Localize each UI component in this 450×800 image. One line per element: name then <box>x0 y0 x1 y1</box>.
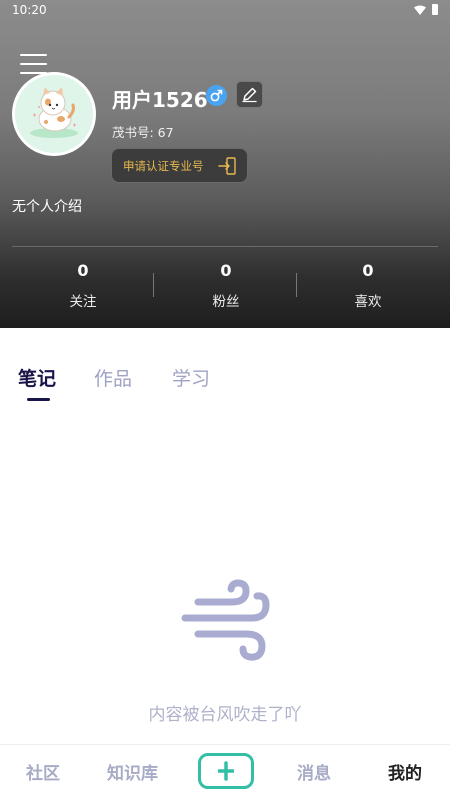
user-id: 茂书号: 67 <box>112 125 174 140</box>
stats-divider <box>12 246 438 247</box>
nav-mine[interactable]: 我的 <box>388 759 422 784</box>
wind-icon <box>181 579 270 661</box>
bio-text: 无个人介绍 <box>12 199 82 215</box>
status-bar: 10:20 <box>0 0 450 22</box>
stat-likes[interactable]: 0 喜欢 <box>297 260 439 310</box>
stat-likes-label: 喜欢 <box>354 294 382 310</box>
nav-knowledge-base[interactable]: 知识库 <box>107 759 158 784</box>
male-gender-icon <box>206 85 227 106</box>
battery-icon <box>432 4 438 15</box>
profile-screen: 10:20 用户1526 茂书号: 67 申请认证专业号 无个人介绍 0 关注 … <box>0 0 450 800</box>
tab-works[interactable]: 作品 <box>94 364 132 391</box>
status-time: 10:20 <box>12 3 47 17</box>
stat-following[interactable]: 0 关注 <box>12 260 154 310</box>
stat-fans-value: 0 <box>220 261 232 280</box>
stat-following-value: 0 <box>77 261 89 280</box>
tab-learning[interactable]: 学习 <box>172 364 210 391</box>
nav-messages[interactable]: 消息 <box>297 759 331 784</box>
tab-active-indicator <box>27 398 50 401</box>
wifi-icon <box>414 5 426 15</box>
plus-icon <box>218 761 234 781</box>
cert-button-label: 申请认证专业号 <box>123 159 204 173</box>
stat-separator <box>153 273 154 297</box>
stat-following-label: 关注 <box>69 294 97 310</box>
username: 用户1526 <box>112 88 208 112</box>
profile-header: 10:20 用户1526 茂书号: 67 申请认证专业号 无个人介绍 0 关注 … <box>0 0 450 328</box>
stat-fans[interactable]: 0 粉丝 <box>155 260 297 310</box>
tab-notes[interactable]: 笔记 <box>18 364 56 391</box>
apply-certification-button[interactable]: 申请认证专业号 <box>111 148 248 183</box>
avatar[interactable] <box>12 72 96 156</box>
stat-fans-label: 粉丝 <box>212 294 240 310</box>
add-post-button[interactable] <box>198 753 254 789</box>
pencil-icon <box>242 87 257 103</box>
bottom-nav: 社区 知识库 消息 我的 <box>0 744 450 800</box>
enter-door-icon <box>218 157 236 175</box>
cat-avatar-illustration <box>30 87 78 138</box>
nav-community[interactable]: 社区 <box>26 759 60 784</box>
stat-likes-value: 0 <box>362 261 374 280</box>
empty-state-text: 内容被台风吹走了吖 <box>148 705 302 725</box>
edit-profile-icon[interactable] <box>236 81 263 108</box>
